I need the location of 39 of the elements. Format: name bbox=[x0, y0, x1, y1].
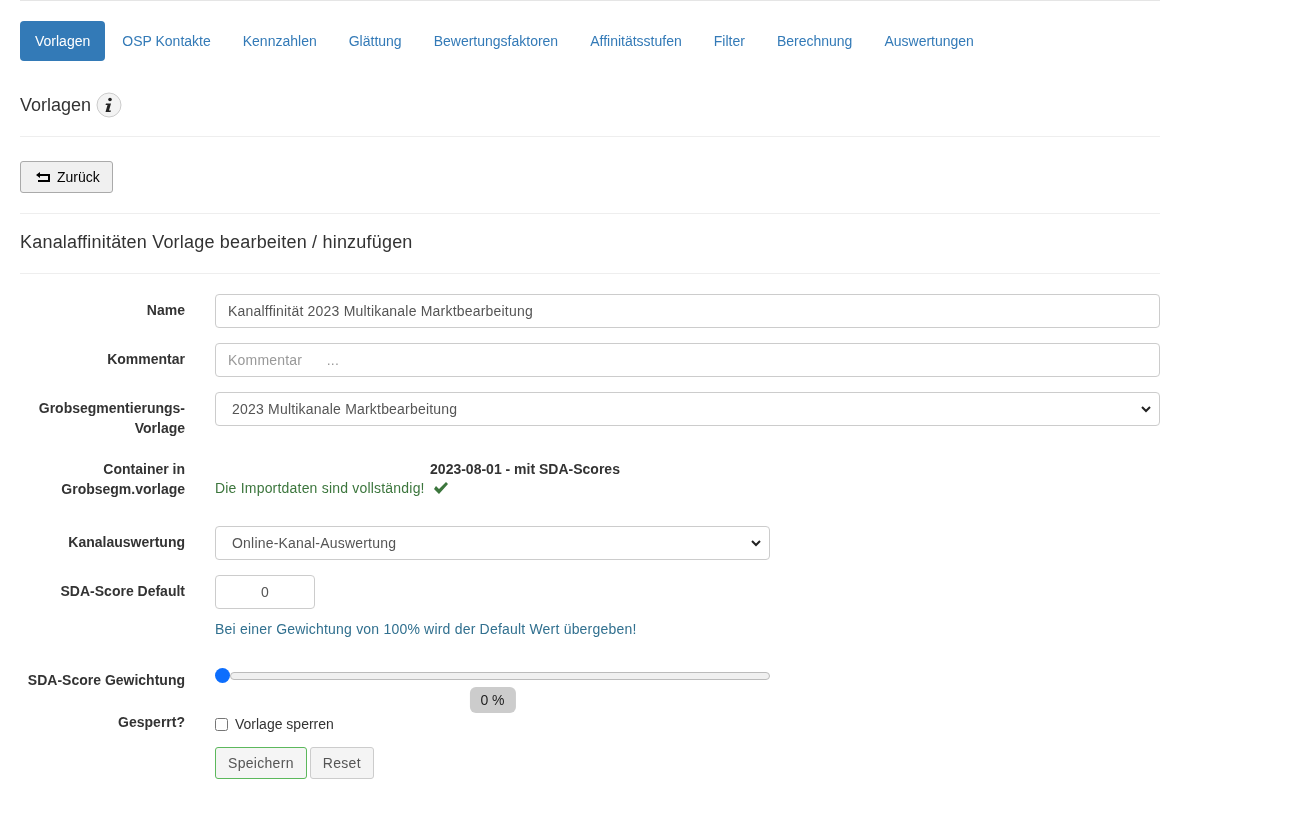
hint-text: Bei einer Gewichtung von 100% wird der Default Wert übergeben! bbox=[215, 621, 638, 637]
field-label: Kommentar bbox=[106, 350, 185, 369]
checkbox-label: Vorlage sperren bbox=[235, 716, 334, 732]
nav-tab[interactable]: Filter bbox=[698, 21, 760, 61]
dropdown[interactable]: 2023 Multikanale Marktbearbeitung bbox=[215, 392, 1160, 426]
field-label: Kanalauswertung bbox=[67, 533, 185, 552]
field-label: Container in Grobsegm.vorlage bbox=[60, 460, 185, 499]
slider-thumb[interactable] bbox=[215, 668, 230, 683]
nav-tab[interactable]: Glättung bbox=[333, 21, 417, 61]
text-field[interactable]: Kommentar ... bbox=[215, 343, 1160, 377]
form-button[interactable]: Speichern bbox=[215, 747, 307, 779]
info-icon[interactable] bbox=[96, 92, 123, 118]
field-label: Grobsegmentierungs-Vorlage bbox=[37, 399, 185, 438]
nav-tab[interactable]: Vorlagen bbox=[20, 21, 106, 61]
field-label: SDA-Score Gewichtung bbox=[26, 671, 185, 690]
nav-tab[interactable]: OSP Kontakte bbox=[107, 21, 226, 61]
number-field[interactable]: 0 bbox=[215, 575, 315, 609]
form-button[interactable]: Reset bbox=[309, 747, 374, 779]
check-icon bbox=[432, 481, 449, 495]
checkbox[interactable] bbox=[215, 717, 228, 731]
page-title: Vorlagen bbox=[20, 94, 92, 116]
nav-tab[interactable]: Auswertungen bbox=[869, 21, 989, 61]
chevron-icon bbox=[1141, 405, 1151, 413]
field-label: SDA-Score Default bbox=[59, 582, 185, 601]
nav-tab[interactable]: Kennzahlen bbox=[227, 21, 332, 61]
nav-tab[interactable]: Bewertungsfaktoren bbox=[418, 21, 574, 61]
container-name: 2023-08-01 - mit SDA-Scores bbox=[429, 460, 621, 479]
chevron-icon bbox=[751, 539, 761, 547]
dropdown[interactable]: Online-Kanal-Auswertung bbox=[215, 526, 770, 560]
nav-tab[interactable]: Berechnung bbox=[761, 21, 868, 61]
field-label: Gesperrt? bbox=[117, 713, 185, 732]
field-label: Name bbox=[145, 301, 185, 320]
slider-value: 0 % bbox=[469, 687, 516, 713]
nav-tab[interactable]: Affinitätsstufen bbox=[575, 21, 697, 61]
back-button[interactable]: Zurück bbox=[20, 161, 113, 193]
return-icon bbox=[35, 171, 51, 183]
text-field[interactable]: Kanalffinität 2023 Multikanale Marktbearbeitung bbox=[215, 294, 1160, 328]
section-title: Kanalaffinitäten Vorlage bearbeiten / hinzufügen bbox=[20, 214, 1160, 274]
status-text: Die Importdaten sind vollständig! bbox=[215, 479, 425, 497]
